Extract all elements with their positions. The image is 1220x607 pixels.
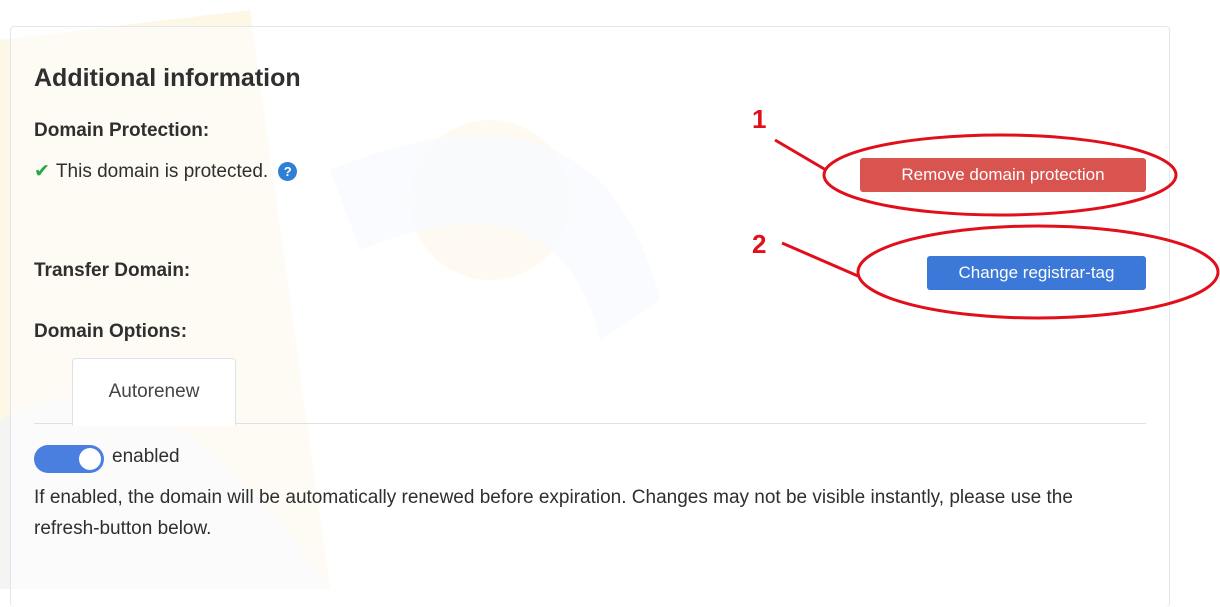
annotation-number-1: 1 — [752, 104, 767, 134]
domain-options-label: Domain Options: — [34, 321, 188, 342]
remove-domain-protection-button[interactable]: Remove domain protection — [860, 158, 1146, 192]
section-title: Additional information — [34, 64, 301, 92]
tab-autorenew[interactable]: Autorenew — [72, 358, 236, 426]
checkmark-icon: ✔ — [34, 161, 50, 182]
autorenew-toggle[interactable] — [34, 445, 104, 473]
annotation-number-2: 2 — [752, 229, 767, 259]
transfer-domain-label: Transfer Domain: — [34, 260, 191, 281]
protection-status: ✔ This domain is protected. ? — [34, 160, 298, 183]
domain-protection-label: Domain Protection: — [34, 120, 210, 141]
protection-status-text: This domain is protected. — [55, 160, 269, 182]
toggle-knob — [79, 448, 101, 470]
change-registrar-tag-button[interactable]: Change registrar-tag — [927, 256, 1146, 290]
autorenew-description: If enabled, the domain will be automatic… — [34, 487, 1073, 539]
help-icon[interactable]: ? — [278, 162, 298, 181]
toggle-status-label: enabled — [112, 446, 180, 467]
